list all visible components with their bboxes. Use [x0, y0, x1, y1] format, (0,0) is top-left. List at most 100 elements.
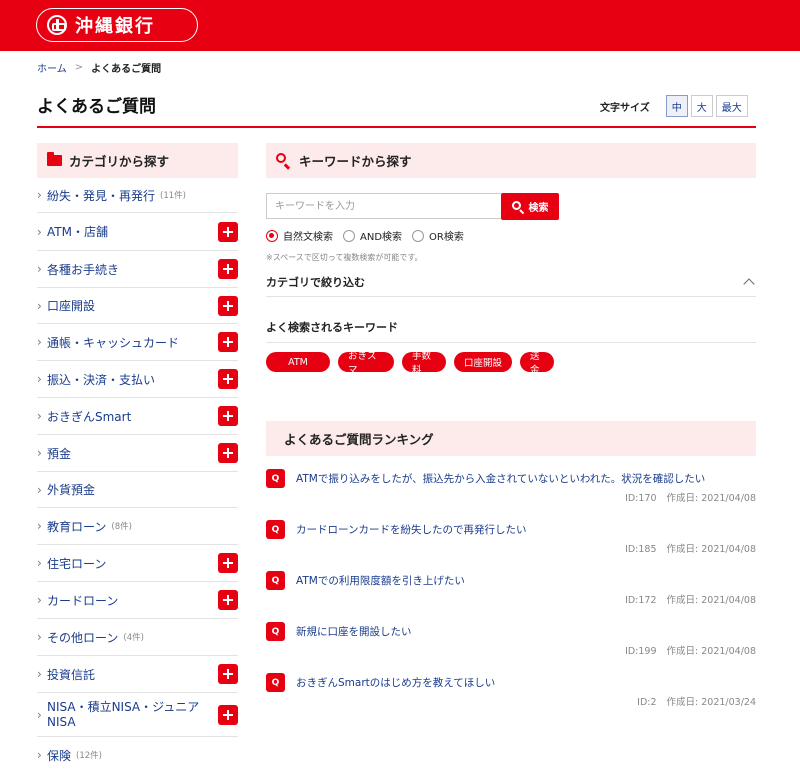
category-sidebar: カテゴリから探す › 紛失・発見・再発行 (11件) › ATM・店舗 › 各種お手続き › 口… — [37, 143, 238, 772]
ranking-item: Q カードローンカードを紛失したので再発行したい ID:185 作成日: 2021/0… — [266, 520, 756, 571]
search-button-label: 検索 — [528, 203, 549, 214]
category-label: その他ローン — [47, 630, 119, 645]
question-date: 作成日: 2021/04/08 — [666, 544, 756, 555]
category-label: 口座開設 — [47, 299, 96, 313]
category-link[interactable]: › 各種お手続き — [37, 261, 119, 278]
category-label: カードローン — [47, 593, 119, 608]
font-size-medium-button[interactable]: 中 — [665, 95, 688, 117]
expand-plus-icon[interactable] — [218, 221, 238, 242]
category-link[interactable]: › 外貨預金 — [37, 481, 95, 498]
question-id: ID:199 — [625, 646, 657, 657]
category-link[interactable]: › 投資信託 — [37, 666, 95, 683]
category-item[interactable]: › 保険 (12件) — [37, 737, 238, 772]
category-item[interactable]: › おきぎんSmart — [37, 398, 238, 435]
category-item[interactable]: › 預金 — [37, 435, 238, 472]
category-item[interactable]: › ATM・店舗 — [37, 213, 238, 251]
category-item[interactable]: › 口座開設 — [37, 288, 238, 324]
keyword-tag[interactable]: 送金 — [520, 351, 554, 376]
expand-plus-icon[interactable] — [218, 259, 238, 279]
category-link[interactable]: › カードローン — [37, 592, 118, 609]
expand-plus-icon[interactable] — [218, 369, 238, 389]
category-link[interactable]: › 口座開設 — [37, 297, 95, 314]
chevron-right-icon: › — [37, 188, 42, 202]
font-size-largest-button[interactable]: 最大 — [715, 95, 748, 117]
category-item[interactable]: › その他ローン (4件) — [37, 619, 238, 656]
category-link[interactable]: › 預金 — [37, 445, 71, 462]
keyword-tag[interactable]: ATM — [266, 352, 330, 372]
main-content: キーワードから探す 検索 自然文検索 AND検索 OR検索 ※スペースで区切って… — [266, 143, 756, 708]
category-link[interactable]: › NISA・積立NISA・ジュニアNISA — [37, 700, 207, 730]
category-item[interactable]: › 教育ローン (8件) — [37, 508, 238, 545]
category-count: (11件) — [160, 191, 186, 201]
ranking-item: Q ATMでの利用限度額を引き上げたい ID:172 作成日: 2021/04/08 — [266, 571, 756, 622]
breadcrumb-home-link[interactable]: ホーム — [37, 60, 67, 75]
question-link[interactable]: ATMで振り込みをしたが、振込先から入金されていないといわれた。状況を確認したい — [296, 471, 705, 486]
category-filter-toggle[interactable]: カテゴリで絞り込む — [266, 267, 756, 297]
search-button[interactable]: 検索 — [501, 193, 559, 220]
expand-plus-icon[interactable] — [218, 406, 238, 426]
keyword-tag[interactable]: おきスマ — [338, 351, 394, 376]
question-date: 作成日: 2021/04/08 — [666, 493, 756, 504]
search-mode-label: OR検索 — [429, 232, 464, 243]
category-link[interactable]: › 振込・決済・支払い — [37, 371, 155, 388]
expand-plus-icon[interactable] — [218, 295, 238, 316]
search-mode-label: 自然文検索 — [283, 232, 333, 243]
question-link[interactable]: おきぎんSmartのはじめ方を教えてほしい — [296, 675, 495, 690]
category-label: 外貨預金 — [47, 483, 96, 497]
expand-plus-icon[interactable] — [218, 332, 238, 352]
question-date: 作成日: 2021/03/24 — [666, 697, 756, 708]
category-item[interactable]: › 各種お手続き — [37, 251, 238, 288]
chevron-right-icon: › — [37, 667, 42, 681]
category-link[interactable]: › おきぎんSmart — [37, 408, 131, 425]
category-item[interactable]: › カードローン — [37, 582, 238, 619]
question-link[interactable]: 新規に口座を開設したい — [296, 624, 412, 639]
expand-plus-icon[interactable] — [218, 704, 238, 725]
category-link[interactable]: › 教育ローン (8件) — [37, 518, 132, 535]
category-link[interactable]: › ATM・店舗 — [37, 223, 108, 240]
keyword-tag[interactable]: 口座開設 — [454, 352, 512, 372]
chevron-right-icon: › — [37, 224, 42, 239]
category-link[interactable]: › その他ローン (4件) — [37, 629, 144, 646]
question-badge: Q — [266, 469, 285, 488]
radio-selected-icon — [266, 229, 278, 242]
expand-plus-icon[interactable] — [218, 553, 238, 573]
font-size-large-button[interactable]: 大 — [690, 95, 713, 117]
bank-logo[interactable]: 沖縄銀行 — [36, 8, 198, 42]
question-link[interactable]: カードローンカードを紛失したので再発行したい — [296, 522, 526, 537]
search-mode-label: AND検索 — [360, 232, 403, 243]
question-date: 作成日: 2021/04/08 — [666, 646, 756, 657]
question-id: ID:170 — [625, 493, 657, 504]
expand-plus-icon[interactable] — [218, 590, 238, 610]
category-item[interactable]: › 外貨預金 — [37, 472, 238, 508]
category-item[interactable]: › 紛失・発見・再発行 (11件) — [37, 178, 238, 213]
search-mode-or[interactable]: OR検索 — [412, 228, 464, 243]
font-size-switcher: 文字サイズ 中 大 最大 — [600, 95, 748, 117]
category-count: (4件) — [123, 633, 144, 643]
keyword-search-heading-label: キーワードから探す — [299, 154, 412, 169]
search-mode-and[interactable]: AND検索 — [343, 228, 402, 243]
question-id: ID:2 — [637, 697, 657, 708]
question-link[interactable]: ATMでの利用限度額を引き上げたい — [296, 573, 465, 588]
popular-keywords: ATM おきスマ 手数料 口座開設 送金 — [266, 351, 562, 376]
keyword-input[interactable] — [266, 193, 501, 219]
search-mode-natural[interactable]: 自然文検索 — [266, 228, 333, 243]
search-note: ※スペースで区切って複数検索が可能です。 — [266, 253, 423, 262]
category-label: 教育ローン — [47, 519, 107, 534]
expand-plus-icon[interactable] — [218, 664, 238, 684]
category-item[interactable]: › 振込・決済・支払い — [37, 361, 238, 398]
expand-plus-icon[interactable] — [218, 443, 238, 463]
category-link[interactable]: › 保険 (12件) — [37, 747, 102, 764]
question-meta: ID:172 作成日: 2021/04/08 — [625, 592, 756, 606]
category-item[interactable]: › 通帳・キャッシュカード — [37, 324, 238, 361]
category-link[interactable]: › 住宅ローン — [37, 555, 106, 572]
category-item[interactable]: › 住宅ローン — [37, 545, 238, 582]
category-link[interactable]: › 紛失・発見・再発行 (11件) — [37, 187, 186, 204]
category-label: 住宅ローン — [47, 556, 107, 571]
category-heading-label: カテゴリから探す — [69, 154, 170, 169]
keyword-tag[interactable]: 手数料 — [402, 351, 446, 376]
category-item[interactable]: › NISA・積立NISA・ジュニアNISA — [37, 693, 238, 737]
category-label: 紛失・発見・再発行 — [47, 188, 156, 203]
category-item[interactable]: › 投資信託 — [37, 656, 238, 693]
site-header: 沖縄銀行 — [0, 0, 800, 51]
category-link[interactable]: › 通帳・キャッシュカード — [37, 334, 179, 351]
